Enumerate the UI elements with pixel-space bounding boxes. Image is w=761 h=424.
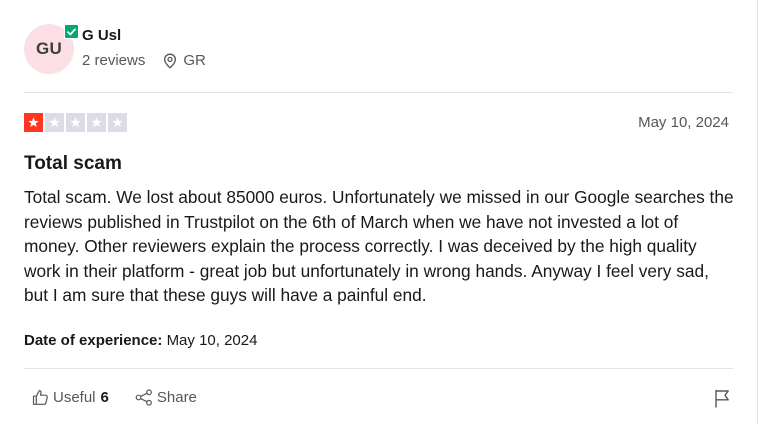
location-pin-icon [164,53,177,69]
star-rating [24,113,127,132]
review-title[interactable]: Total scam [24,153,122,175]
experience-label: Date of experience: [24,332,163,349]
divider [24,368,733,369]
thumbs-up-icon [32,390,48,405]
useful-button[interactable]: Useful 6 [32,389,109,406]
star-icon-empty [45,113,64,132]
date-of-experience: Date of experience: May 10, 2024 [24,332,257,349]
avatar[interactable]: GU [24,24,79,74]
review-actions: Useful 6 Share [32,389,197,406]
useful-label: Useful [53,389,96,406]
star-icon-empty [66,113,85,132]
divider [24,92,733,93]
report-flag-button[interactable] [714,389,730,413]
reviews-count: 2 reviews [82,52,146,69]
share-icon [135,389,152,406]
avatar-initials: GU [36,39,62,58]
review-date: May 10, 2024 [638,114,729,131]
reviewer-location: GR [163,52,206,69]
flag-icon [715,389,729,408]
experience-date: May 10, 2024 [166,332,258,349]
reviewer-meta: 2 reviews GR [82,52,206,69]
share-label: Share [156,389,197,406]
star-icon-empty [108,113,127,132]
share-button[interactable]: Share [135,389,197,406]
location-label: GR [183,52,206,69]
star-icon-empty [87,113,106,132]
verified-badge-icon [64,24,79,39]
review-card: GU G Usl 2 reviews GR May 10, 2024 Total… [0,0,758,424]
reviewer-info: G Usl 2 reviews GR [82,26,206,69]
reviewer-header: GU G Usl 2 reviews GR [24,24,206,74]
review-body: Total scam. We lost about 85000 euros. U… [24,187,734,305]
star-icon-filled [24,113,43,132]
useful-count: 6 [100,389,109,406]
reviewer-name[interactable]: G Usl [82,26,206,46]
